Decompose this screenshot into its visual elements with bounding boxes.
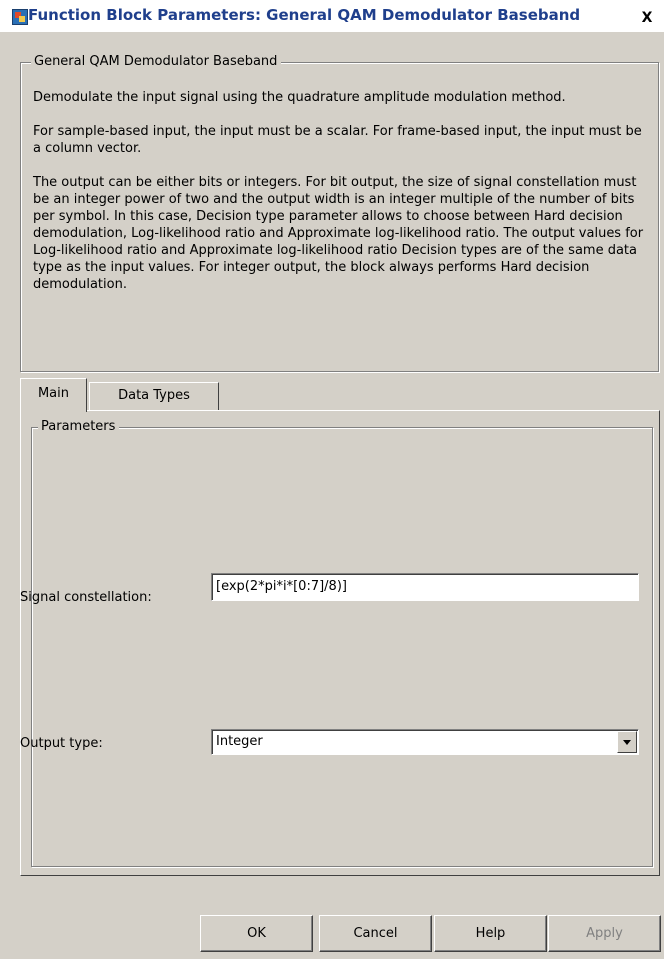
description-paragraph: For sample-based input, the input must b…	[33, 124, 642, 156]
output-type-value: Integer	[216, 734, 263, 749]
tab-main[interactable]: Main	[20, 378, 87, 412]
signal-constellation-input[interactable]: [exp(2*pi*i*[0:7]/8)]	[211, 573, 639, 601]
ok-button[interactable]: OK	[200, 915, 313, 952]
close-button[interactable]: X	[636, 8, 658, 28]
chevron-down-icon[interactable]	[617, 731, 637, 753]
tab-strip: Main Data Types	[20, 378, 660, 412]
output-type-label: Output type:	[20, 736, 103, 751]
help-button[interactable]: Help	[434, 915, 547, 952]
output-type-select[interactable]: Integer	[211, 729, 639, 755]
apply-button[interactable]: Apply	[548, 915, 661, 952]
description-paragraph: Demodulate the input signal using the qu…	[33, 90, 566, 105]
tab-data-types[interactable]: Data Types	[89, 382, 219, 410]
title-bar[interactable]: Function Block Parameters: General QAM D…	[0, 0, 664, 32]
main-tab-panel: Parameters	[20, 410, 660, 876]
signal-constellation-label: Signal constellation:	[20, 590, 152, 605]
window-title: Function Block Parameters: General QAM D…	[28, 6, 581, 24]
dialog-window: Function Block Parameters: General QAM D…	[0, 0, 664, 959]
description-text: Demodulate the input signal using the qu…	[33, 89, 651, 310]
parameters-group: Parameters	[31, 419, 653, 867]
description-group: General QAM Demodulator Baseband Demodul…	[20, 54, 659, 372]
description-group-label: General QAM Demodulator Baseband	[31, 54, 282, 70]
simulink-app-icon	[12, 9, 28, 25]
parameters-group-label: Parameters	[38, 419, 120, 435]
description-paragraph: The output can be either bits or integer…	[33, 175, 644, 292]
cancel-button[interactable]: Cancel	[319, 915, 432, 952]
